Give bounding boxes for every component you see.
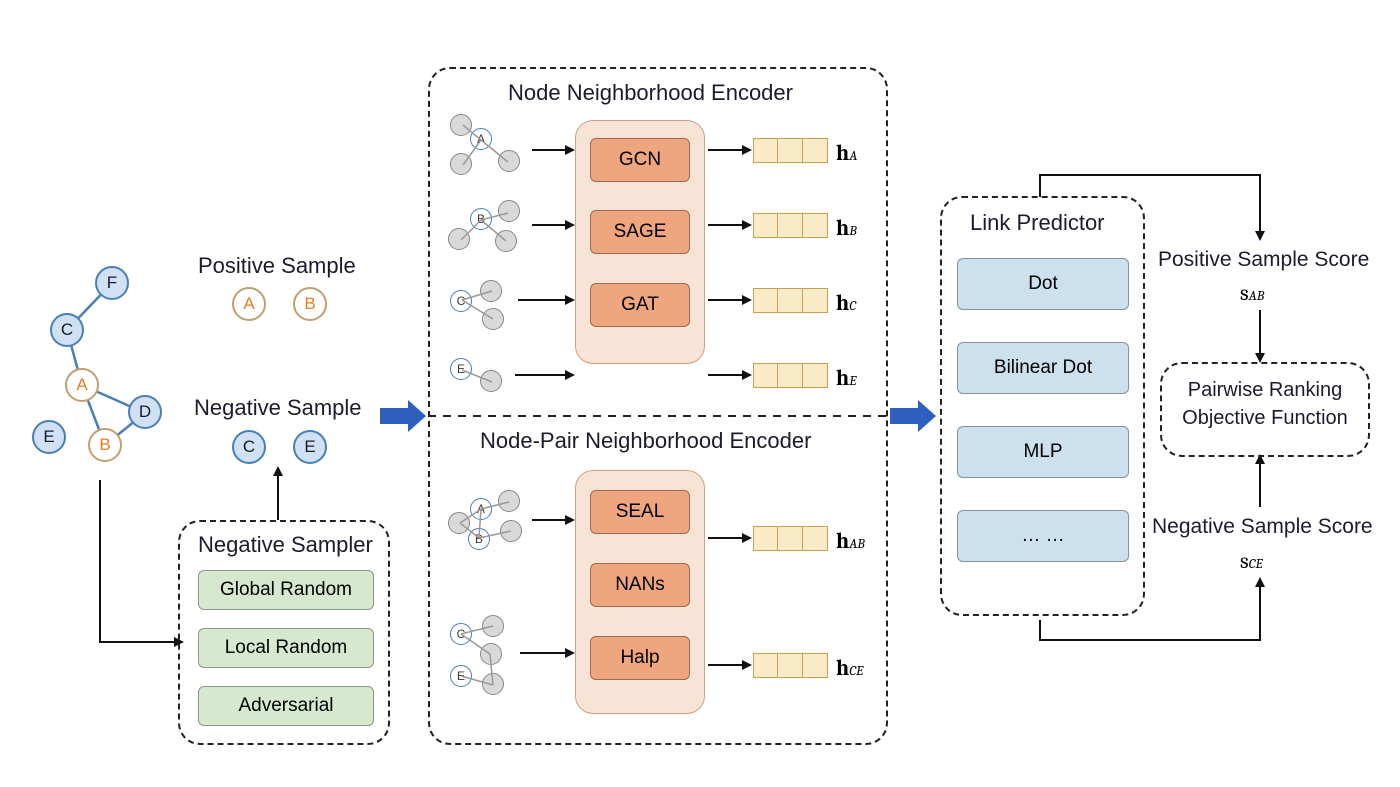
vec-hAB bbox=[753, 526, 828, 551]
vec-hA bbox=[753, 138, 828, 163]
label-hE: hE bbox=[836, 365, 856, 391]
neg-score-symbol: sCE bbox=[1240, 548, 1263, 574]
neg-score-label: Negative Sample Score bbox=[1152, 515, 1373, 539]
flow-arrow-1 bbox=[380, 396, 428, 436]
label-hC: hC bbox=[836, 290, 856, 316]
vec-hC bbox=[753, 288, 828, 313]
objective-title: Pairwise Ranking Objective Function bbox=[1172, 376, 1358, 432]
sampler-option-global: Global Random bbox=[198, 570, 374, 610]
flow-arrow-2 bbox=[890, 396, 938, 436]
negative-sampler-title: Negative Sampler bbox=[198, 532, 373, 558]
pair-encoder-title: Node-Pair Neighborhood Encoder bbox=[480, 428, 811, 454]
node-encoder-title: Node Neighborhood Encoder bbox=[508, 80, 793, 106]
encoder-divider bbox=[428, 415, 888, 417]
label-hAB: hAB bbox=[836, 528, 865, 554]
pos-score-symbol: sAB bbox=[1240, 280, 1264, 306]
label-hCE: hCE bbox=[836, 655, 863, 681]
pos-score-label: Positive Sample Score bbox=[1158, 248, 1369, 272]
vec-hE bbox=[753, 363, 828, 388]
label-hB: hB bbox=[836, 215, 857, 241]
vec-hCE bbox=[753, 653, 828, 678]
label-hA: hA bbox=[836, 140, 857, 166]
sampler-option-adv: Adversarial bbox=[198, 686, 374, 726]
vec-hB bbox=[753, 213, 828, 238]
pair-encoder-arrows bbox=[440, 470, 890, 720]
sampler-option-local: Local Random bbox=[198, 628, 374, 668]
